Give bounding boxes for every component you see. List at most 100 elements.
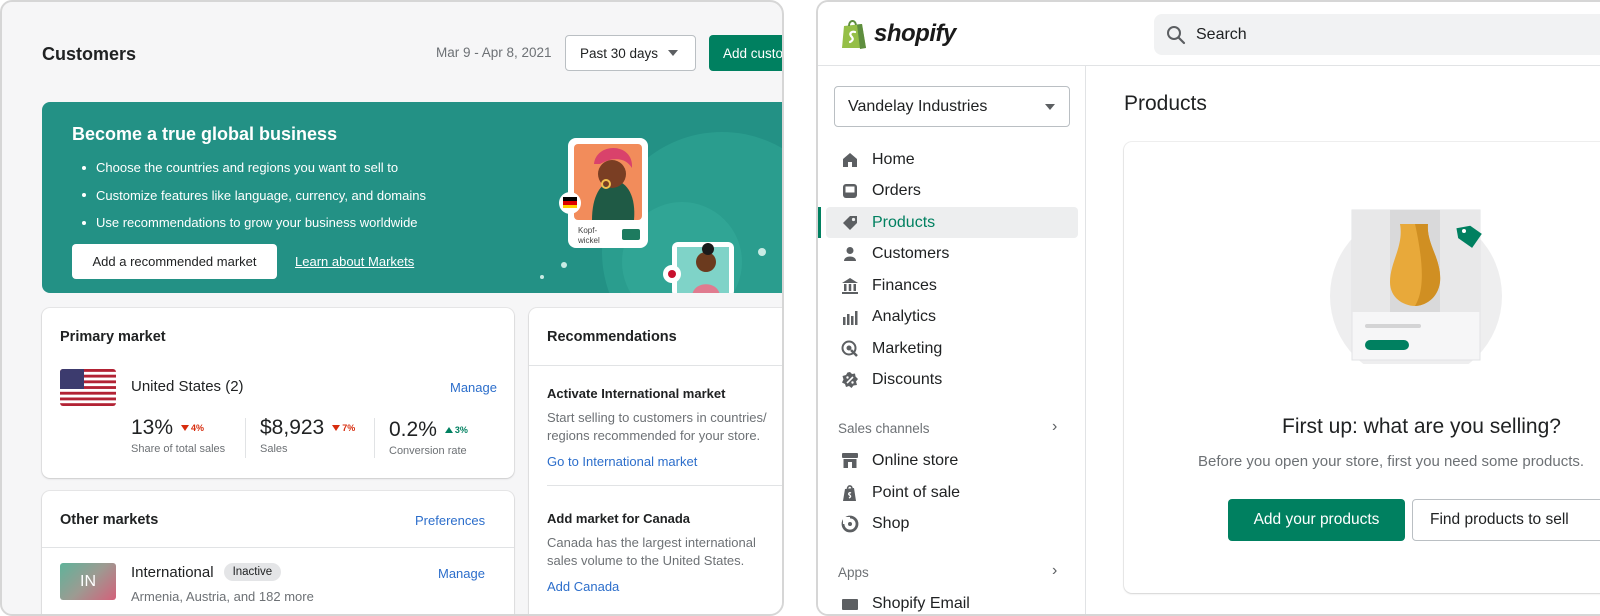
active-indicator <box>818 207 821 238</box>
admin-window: shopify Search Vandelay Industries Home … <box>816 0 1600 616</box>
metric-sales: $8,923 7% Sales <box>260 416 355 455</box>
status-badge: Inactive <box>223 563 282 581</box>
other-markets-title: Other markets <box>60 512 159 528</box>
banner-title: Become a true global business <box>72 124 338 144</box>
divider <box>529 365 782 366</box>
find-products-to-sell-button[interactable]: Find products to sell <box>1412 499 1600 541</box>
bar-chart-icon <box>840 307 860 327</box>
other-markets-card: Other markets Preferences IN Internation… <box>42 491 514 614</box>
caret-down-icon <box>1045 104 1055 110</box>
manage-primary-market-link[interactable]: Manage <box>450 380 497 395</box>
shop-icon <box>840 514 860 534</box>
caret-down-icon <box>668 50 679 56</box>
top-bar: shopify Search <box>818 2 1600 66</box>
primary-market-card: Primary market United States (2) Manage … <box>42 308 514 478</box>
target-icon <box>840 339 860 359</box>
pos-icon <box>840 483 860 503</box>
discount-icon <box>840 370 860 390</box>
manage-international-market-link[interactable]: Manage <box>438 566 485 581</box>
search-placeholder: Search <box>1196 25 1247 43</box>
svg-text:wickel: wickel <box>577 236 600 245</box>
us-flag-icon <box>60 369 116 406</box>
bank-icon <box>840 276 860 296</box>
divider <box>547 485 782 486</box>
sidebar-item-shopify-email[interactable]: Shopify Email <box>826 588 1078 614</box>
recommendation-heading: Activate International market <box>547 386 726 401</box>
metric-label: Conversion rate <box>389 445 467 457</box>
tag-icon <box>840 213 860 233</box>
store-name: Vandelay Industries <box>848 97 988 115</box>
add-your-products-button[interactable]: Add your products <box>1228 499 1405 541</box>
sidebar-item-point-of-sale[interactable]: Point of sale <box>826 477 1078 508</box>
store-selector[interactable]: Vandelay Industries <box>834 86 1070 127</box>
sidebar-item-shop[interactable]: Shop <box>826 508 1078 539</box>
primary-market-title: Primary market <box>60 329 166 345</box>
store-icon <box>840 451 860 471</box>
date-range-select[interactable]: Past 30 days <box>565 35 696 71</box>
home-icon <box>840 150 860 170</box>
banner-bullet: Use recommendations to grow your busines… <box>72 209 426 237</box>
chevron-right-icon[interactable]: › <box>1052 562 1057 580</box>
shopify-logo[interactable]: shopify <box>840 18 956 50</box>
empty-state-heading: First up: what are you selling? <box>1282 415 1561 438</box>
banner-bullet-list: Choose the countries and regions you wan… <box>72 154 426 237</box>
sidebar-item-customers[interactable]: Customers <box>826 238 1078 269</box>
metric-value: 13% <box>131 416 174 439</box>
metric-delta: 3% <box>444 425 468 435</box>
bullet-icon <box>82 220 86 225</box>
banner-bullet: Choose the countries and regions you wan… <box>72 154 426 182</box>
global-markets-illustration: Kopf- wickel <box>540 132 782 293</box>
sidebar-item-discounts[interactable]: Discounts <box>826 364 1078 395</box>
learn-about-markets-link[interactable]: Learn about Markets <box>295 254 414 269</box>
sidebar-item-online-store[interactable]: Online store <box>826 445 1078 476</box>
metric-label: Sales <box>260 443 288 455</box>
date-range-select-label: Past 30 days <box>580 45 659 61</box>
illustration-caption: Kopf- <box>578 226 597 235</box>
sidebar-item-analytics[interactable]: Analytics <box>826 301 1078 332</box>
shopping-bag-logo-icon <box>842 20 866 49</box>
product-illustration <box>1330 209 1502 364</box>
market-row-header: International Inactive <box>131 563 282 581</box>
metric-delta: 4% <box>181 423 204 433</box>
date-range-label: Mar 9 - Apr 8, 2021 <box>436 45 552 60</box>
chevron-right-icon[interactable]: › <box>1052 418 1057 436</box>
sidebar-item-products[interactable]: Products <box>826 207 1078 238</box>
add-recommended-market-button[interactable]: Add a recommended market <box>72 244 277 279</box>
metric-divider <box>245 418 246 458</box>
recommendation-heading: Add market for Canada <box>547 511 691 526</box>
go-to-international-market-link[interactable]: Go to International market <box>547 454 697 469</box>
international-market-tile: IN <box>60 563 116 600</box>
banner-bullet: Customize features like language, curren… <box>72 182 426 210</box>
sidebar-item-home[interactable]: Home <box>826 144 1078 175</box>
page-title: Customers <box>42 44 137 64</box>
sidebar-item-orders[interactable]: Orders <box>826 175 1078 206</box>
bullet-icon <box>82 165 86 170</box>
preferences-link[interactable]: Preferences <box>415 513 485 528</box>
search-icon <box>1167 25 1186 44</box>
empty-state-description: Before you open your store, first you ne… <box>1198 453 1585 470</box>
metric-value: $8,923 <box>260 416 325 439</box>
divider <box>42 547 514 548</box>
metric-divider <box>374 418 375 458</box>
bullet-icon <box>82 193 86 198</box>
page-title: Products <box>1124 92 1207 115</box>
metric-label: Share of total sales <box>131 443 226 455</box>
markets-window: Customers Mar 9 - Apr 8, 2021 Past 30 da… <box>0 0 784 616</box>
sidebar-item-finances[interactable]: Finances <box>826 270 1078 301</box>
down-arrow-icon <box>181 425 190 431</box>
search-input[interactable]: Search <box>1154 14 1600 55</box>
up-arrow-icon <box>444 427 453 433</box>
person-icon <box>840 244 860 264</box>
sidebar-item-marketing[interactable]: Marketing <box>826 333 1078 364</box>
sales-channels-heading: Sales channels <box>838 421 930 436</box>
add-customer-button[interactable]: Add customer <box>709 35 782 71</box>
recommendation-body: Canada has the largest international sal… <box>547 535 756 568</box>
add-canada-link[interactable]: Add Canada <box>547 579 619 594</box>
recommendations-title: Recommendations <box>547 329 677 345</box>
recommendation-body: Start selling to customers in countries/… <box>547 410 767 443</box>
market-name: International <box>131 563 214 581</box>
apps-heading: Apps <box>838 565 869 580</box>
orders-icon <box>840 181 860 201</box>
market-subtitle: Armenia, Austria, and 182 more <box>131 589 314 604</box>
metric-delta: 7% <box>332 423 355 433</box>
